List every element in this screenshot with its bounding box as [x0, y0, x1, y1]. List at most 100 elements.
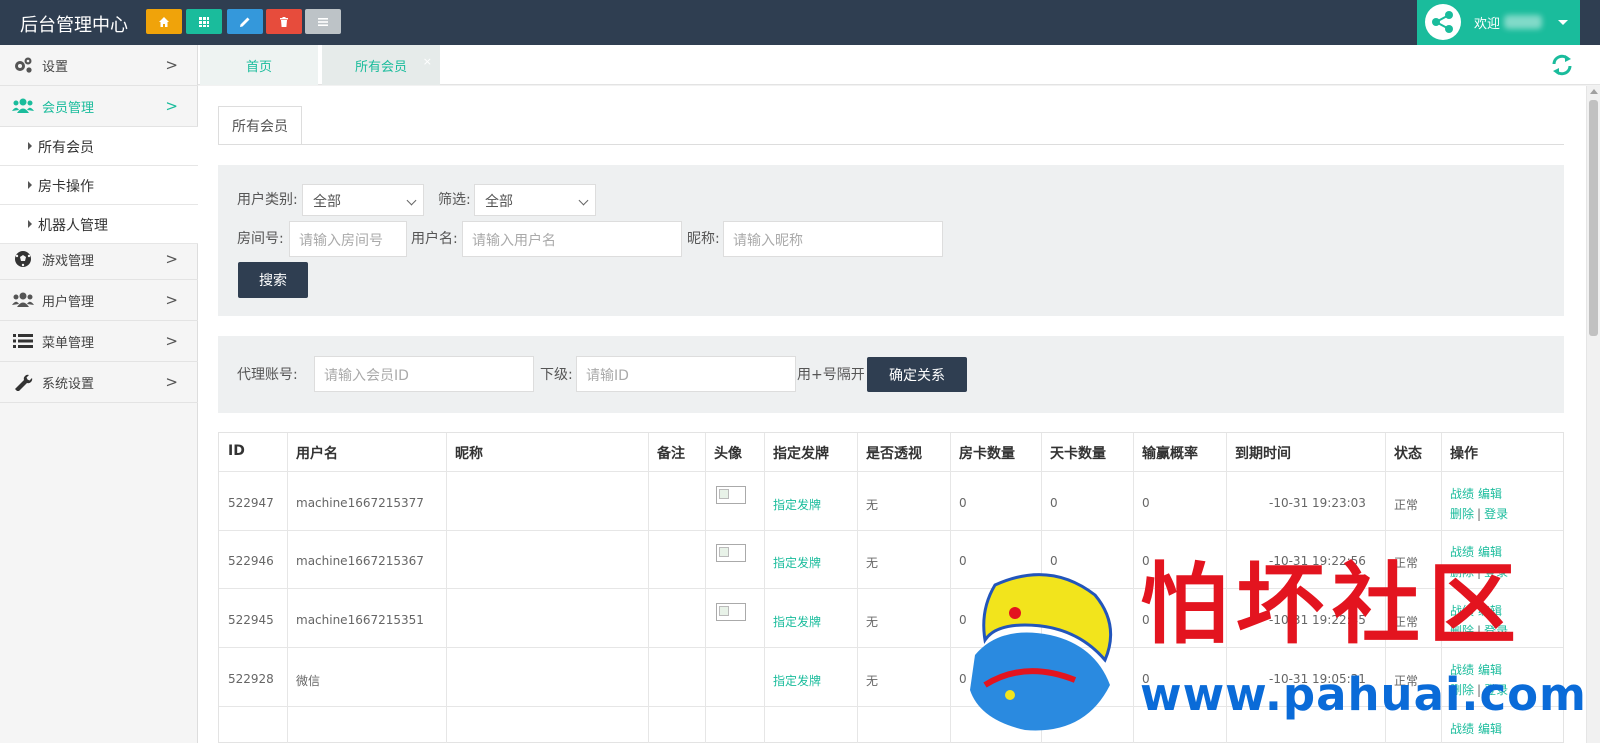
action-link[interactable]: 战绩 [1450, 663, 1474, 677]
cell-expire: -10-31 19:23:03 [1269, 496, 1366, 510]
action-link[interactable]: 编辑 [1478, 545, 1502, 559]
chevron-right-icon: > [165, 332, 178, 350]
table-row: 522946 machine1667215367 指定发牌 无 0 0 0 -10-31 19… [219, 530, 1563, 589]
sidebar-item-users[interactable]: 用户管理 > [0, 280, 198, 321]
action-link[interactable]: 编辑 [1478, 722, 1502, 736]
avatar-image [716, 486, 746, 504]
filter-select[interactable]: 全部 [474, 184, 596, 216]
action-link[interactable]: 战绩 [1450, 604, 1474, 618]
tab-home[interactable]: 首页 [200, 45, 318, 85]
cell-username: machine1667215351 [296, 613, 424, 627]
action-link[interactable]: 登录 [1484, 565, 1508, 579]
edit-button[interactable] [227, 9, 263, 34]
action-link[interactable]: 删除 [1450, 624, 1474, 638]
sidebar-item-games[interactable]: 游戏管理 > [0, 239, 198, 280]
search-button[interactable]: 搜索 [238, 262, 308, 298]
user-menu[interactable]: 欢迎 [1417, 0, 1580, 45]
username-input[interactable]: 请输入用户名 [462, 221, 682, 257]
action-link[interactable]: 删除 [1450, 507, 1474, 521]
dropdown-caret-icon[interactable] [1558, 20, 1568, 25]
action-link[interactable]: 登录 [1484, 507, 1508, 521]
cell-win-rate: 0 [1142, 672, 1150, 686]
user-type-select[interactable]: 全部 [302, 184, 424, 216]
main-content: 所有会员 用户类别: 全部 筛选: 全部 房间号: 请输入房间号 用户名: 请输… [198, 86, 1586, 743]
cell-id: 522928 [228, 672, 274, 686]
nickname-input[interactable]: 请输入昵称 [723, 221, 943, 257]
user-type-label: 用户类别: [237, 192, 298, 208]
sidebar-subitem-all-members[interactable]: 所有会员 [0, 127, 198, 166]
action-link[interactable]: 战绩 [1450, 487, 1474, 501]
chevron-right-icon: > [165, 291, 178, 309]
username-label: 用户名: [411, 231, 458, 247]
action-link[interactable]: 战绩 [1450, 545, 1474, 559]
subordinate-placeholder: 请输ID [586, 368, 629, 384]
cell-status: 正常 [1394, 615, 1419, 629]
cell-deal-link[interactable]: 指定发牌 [773, 672, 821, 689]
caret-right-icon [28, 181, 32, 189]
scrollbar[interactable] [1586, 86, 1600, 743]
action-link[interactable]: 登录 [1484, 683, 1508, 697]
separator-hint: 用+号隔开 [797, 367, 865, 383]
agent-account-input[interactable]: 请输入会员ID [314, 356, 534, 392]
list-button[interactable] [305, 9, 341, 34]
room-input[interactable]: 请输入房间号 [289, 221, 407, 257]
scroll-up-arrow-icon[interactable] [1590, 89, 1598, 94]
username-blurred [1504, 15, 1542, 29]
grid-button[interactable] [186, 9, 222, 34]
cell-room-cards: 0 [959, 554, 967, 568]
column-header: ID [228, 443, 245, 459]
action-link[interactable]: 编辑 [1478, 663, 1502, 677]
cell-id: 522945 [228, 613, 274, 627]
action-link[interactable]: 编辑 [1478, 487, 1502, 501]
sidebar-item-label: 游戏管理 [42, 254, 95, 269]
cell-deal-link[interactable]: 指定发牌 [773, 613, 821, 630]
cell-deal-link[interactable]: 指定发牌 [773, 496, 821, 513]
sidebar-item-settings[interactable]: 设置 > [0, 45, 198, 86]
cell-id: 522947 [228, 496, 274, 510]
home-button[interactable] [146, 9, 182, 34]
refresh-icon[interactable] [1550, 53, 1574, 77]
list-icon [12, 332, 34, 350]
top-bar: 后台管理中心 欢迎 [0, 0, 1600, 45]
cell-expire: -10-31 19:22:56 [1269, 554, 1366, 568]
tab-all-members[interactable]: 所有会员 × [322, 45, 440, 85]
members-table: ID 用户名 昵称 备注 头像 指定发牌 是否透视 房卡数量 天卡数量 输赢概率… [218, 432, 1564, 743]
scrollbar-thumb[interactable] [1589, 100, 1598, 336]
delete-button[interactable] [266, 9, 302, 34]
nickname-placeholder: 请输入昵称 [733, 233, 803, 249]
agent-panel: 代理账号: 请输入会员ID 下级: 请输ID 用+号隔开 确定关系 [218, 336, 1564, 413]
user-type-value: 全部 [313, 194, 341, 210]
close-icon[interactable]: × [423, 55, 432, 68]
welcome-text: 欢迎 [1474, 17, 1501, 32]
nickname-label: 昵称: [687, 231, 720, 247]
sidebar-subitem-label: 所有会员 [38, 140, 94, 156]
action-link[interactable]: 编辑 [1478, 604, 1502, 618]
sidebar-item-menus[interactable]: 菜单管理 > [0, 321, 198, 362]
sidebar-subitem-room-cards[interactable]: 房卡操作 [0, 166, 198, 205]
action-separator: | [1477, 624, 1482, 638]
cell-deal-link[interactable]: 指定发牌 [773, 554, 821, 571]
table-header: ID 用户名 昵称 备注 头像 指定发牌 是否透视 房卡数量 天卡数量 输赢概率… [219, 433, 1563, 472]
chevron-down-icon [578, 195, 589, 206]
action-link[interactable]: 战绩 [1450, 722, 1474, 736]
confirm-relation-button[interactable]: 确定关系 [867, 357, 967, 392]
cell-day-cards: 0 [1050, 613, 1058, 627]
column-divider [857, 433, 858, 743]
sidebar-item-members[interactable]: 会员管理 > [0, 86, 198, 127]
avatar [1425, 4, 1461, 40]
chevron-right-icon: > [165, 56, 178, 74]
table-row: 战绩 编辑 [219, 707, 1563, 743]
column-divider [950, 433, 951, 743]
agent-account-label: 代理账号: [237, 367, 298, 383]
tab-label: 所有会员 [354, 59, 407, 75]
sidebar-item-label: 用户管理 [42, 295, 95, 310]
pencil-icon [240, 17, 250, 27]
sidebar-item-system[interactable]: 系统设置 > [0, 362, 198, 403]
action-link[interactable]: 删除 [1450, 683, 1474, 697]
page-tab[interactable]: 所有会员 [218, 106, 302, 145]
chevron-right-icon: > [165, 373, 178, 391]
action-link[interactable]: 删除 [1450, 565, 1474, 579]
column-header: 操作 [1450, 446, 1478, 462]
subordinate-input[interactable]: 请输ID [576, 356, 796, 392]
action-link[interactable]: 登录 [1484, 624, 1508, 638]
